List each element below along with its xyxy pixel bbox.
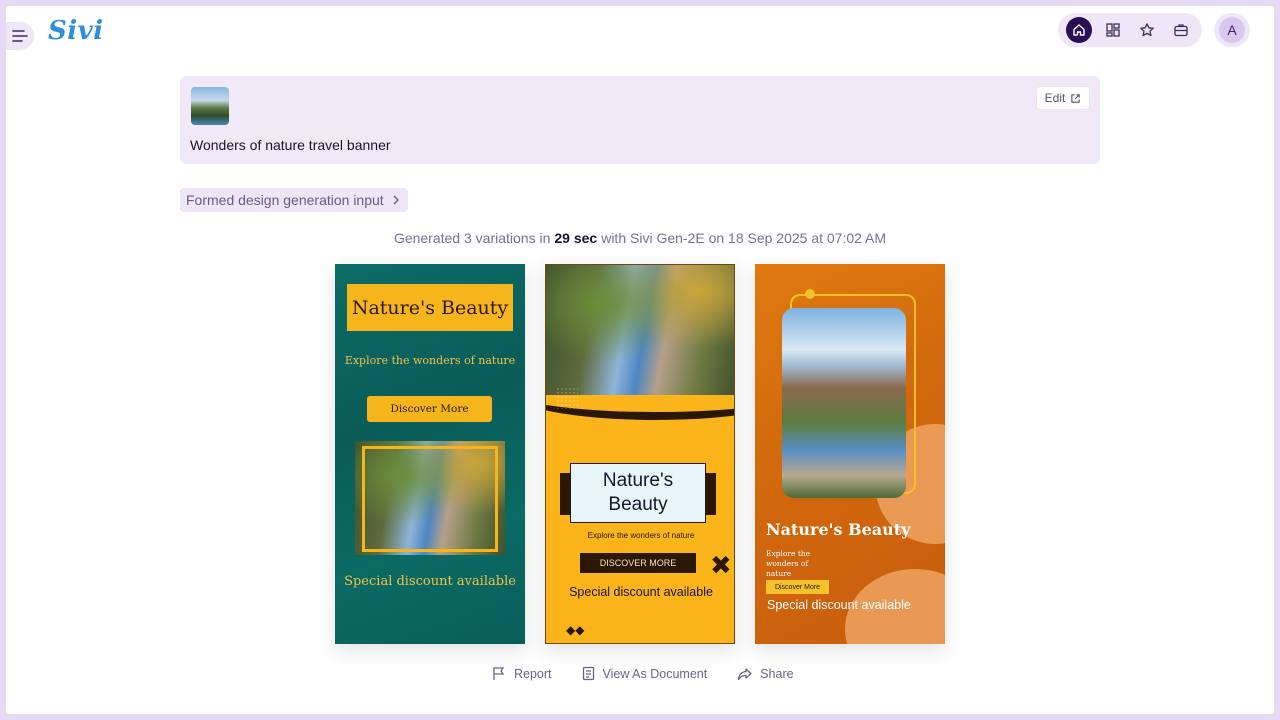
design-discount: Special discount available <box>344 574 516 589</box>
report-button[interactable]: Report <box>492 666 552 681</box>
edit-button[interactable]: Edit <box>1036 86 1090 110</box>
avatar-initial: A <box>1219 17 1245 43</box>
design-title: Nature's Beauty <box>766 520 911 539</box>
share-label: Share <box>760 666 794 681</box>
prompt-card: Edit Wonders of nature travel banner <box>180 76 1100 164</box>
top-nav <box>1058 13 1202 47</box>
app-frame: Sivi A Edit Wonders of nature travel ban… <box>6 6 1274 714</box>
templates-icon[interactable] <box>1100 17 1126 43</box>
flag-icon <box>493 667 505 680</box>
edit-label: Edit <box>1044 91 1066 105</box>
generation-suffix: with Sivi Gen-2E on 18 Sep 2025 at 07:02… <box>601 230 887 246</box>
home-icon[interactable] <box>1066 17 1092 43</box>
design-variation-1[interactable]: Nature's Beauty Explore the wonders of n… <box>335 264 525 644</box>
design-discount: Special discount available <box>569 585 713 599</box>
design-cta: Discover More <box>766 580 829 594</box>
report-label: Report <box>514 666 552 681</box>
generation-duration: 29 sec <box>554 230 598 246</box>
formed-input-toggle[interactable]: Formed design generation input <box>180 188 408 212</box>
design-subtitle: Explore the wonders of nature <box>766 549 811 578</box>
design-subtitle: Explore the wonders of nature <box>587 531 695 540</box>
view-document-label: View As Document <box>602 666 708 681</box>
generation-prefix: Generated 3 variations in <box>393 230 551 246</box>
design-cta: Discover More <box>367 396 492 422</box>
design-title: Nature's Beauty <box>570 463 706 523</box>
design-variation-3[interactable]: Nature's Beauty Explore the wonders of n… <box>755 264 945 644</box>
document-icon <box>582 666 594 681</box>
x-shape-icon: ✖ <box>710 550 732 580</box>
brand-mark-icon: ◆◆ <box>566 623 585 637</box>
footer-actions: Report View As Document Share <box>492 666 794 681</box>
decor-dot <box>805 289 815 299</box>
menu-icon[interactable] <box>6 22 34 50</box>
prompt-text: Wonders of nature travel banner <box>190 137 391 153</box>
app-logo[interactable]: Sivi <box>48 16 104 46</box>
share-icon <box>738 667 752 680</box>
generation-info: Generated 3 variations in 29 sec with Sivi… <box>180 230 1100 246</box>
external-link-icon <box>1071 93 1081 103</box>
user-avatar[interactable]: A <box>1214 13 1250 47</box>
design-title: Nature's Beauty <box>347 284 513 331</box>
design-variation-2[interactable]: Nature's Beauty Explore the wonders of n… <box>545 264 735 644</box>
chevron-right-icon <box>393 195 399 205</box>
briefcase-icon[interactable] <box>1168 17 1194 43</box>
formed-input-label: Formed design generation input <box>186 192 384 208</box>
design-discount: Special discount available <box>767 598 911 612</box>
star-icon[interactable] <box>1134 17 1160 43</box>
design-cta: DISCOVER MORE <box>580 553 696 573</box>
prompt-thumbnail[interactable] <box>191 87 229 125</box>
design-subtitle: Explore the wonders of nature <box>344 354 516 367</box>
dot-pattern <box>556 387 578 409</box>
view-document-button[interactable]: View As Document <box>582 666 708 681</box>
share-button[interactable]: Share <box>737 666 794 681</box>
design-photo <box>782 308 906 498</box>
design-photo-frame <box>362 446 498 552</box>
